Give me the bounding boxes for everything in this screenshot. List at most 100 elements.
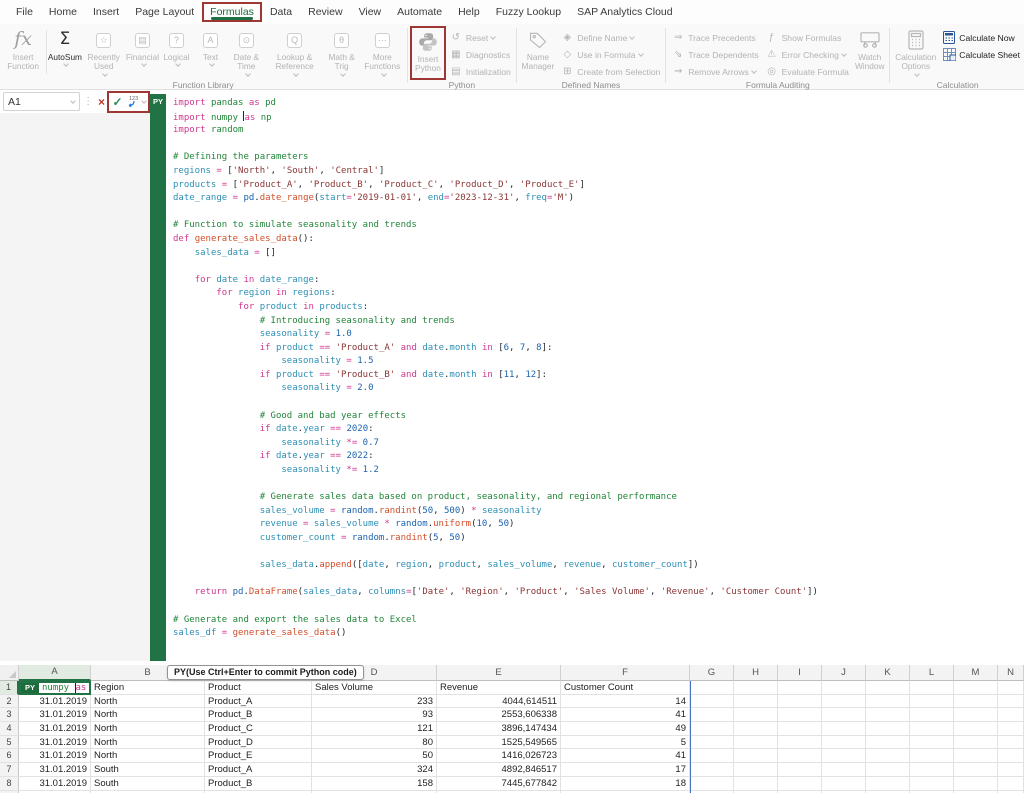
- cell[interactable]: 233: [312, 695, 437, 709]
- cell[interactable]: 3896,147434: [437, 722, 561, 736]
- data-header-revenue[interactable]: Revenue: [437, 681, 561, 695]
- cell[interactable]: 324: [312, 763, 437, 777]
- cell[interactable]: [866, 736, 910, 750]
- cell[interactable]: [690, 749, 734, 763]
- text-button[interactable]: A Text: [193, 26, 227, 80]
- cell[interactable]: 7445,677842: [437, 777, 561, 791]
- cell[interactable]: [910, 763, 954, 777]
- data-header-customer-count[interactable]: Customer Count: [561, 681, 690, 695]
- autosum-button[interactable]: Σ AutoSum: [48, 26, 82, 80]
- cell[interactable]: Product_B: [205, 777, 312, 791]
- column-header-m[interactable]: M: [954, 665, 998, 681]
- menu-tab-help[interactable]: Help: [450, 2, 488, 22]
- cell[interactable]: [998, 749, 1024, 763]
- cell[interactable]: Product_C: [205, 722, 312, 736]
- cell[interactable]: Product_E: [205, 749, 312, 763]
- cell[interactable]: North: [91, 749, 205, 763]
- cell[interactable]: [822, 749, 866, 763]
- cell[interactable]: [910, 722, 954, 736]
- cell[interactable]: [690, 763, 734, 777]
- cell[interactable]: 121: [312, 722, 437, 736]
- recently-used-button[interactable]: ☆ Recently Used: [82, 26, 126, 80]
- cell[interactable]: [866, 681, 910, 695]
- cell[interactable]: [690, 708, 734, 722]
- cell[interactable]: [822, 777, 866, 791]
- cell[interactable]: [778, 736, 822, 750]
- commit-check-icon[interactable]: ✓: [111, 95, 124, 109]
- column-header-k[interactable]: K: [866, 665, 910, 681]
- more-functions-button[interactable]: ⋯ More Functions: [359, 26, 405, 80]
- cell[interactable]: [778, 749, 822, 763]
- row-header-3[interactable]: 3: [0, 708, 19, 722]
- cell[interactable]: [866, 749, 910, 763]
- data-header-region[interactable]: Region: [91, 681, 205, 695]
- cell[interactable]: North: [91, 708, 205, 722]
- column-header-n[interactable]: N: [998, 665, 1024, 681]
- cell[interactable]: Product_A: [205, 695, 312, 709]
- menu-tab-data[interactable]: Data: [262, 2, 300, 22]
- watch-window-button[interactable]: Watch Window: [852, 26, 888, 80]
- cell[interactable]: 31.01.2019: [19, 777, 91, 791]
- cell[interactable]: 49: [561, 722, 690, 736]
- cell[interactable]: [910, 708, 954, 722]
- logical-button[interactable]: ? Logical: [159, 26, 193, 80]
- initialization-button[interactable]: ▤ Initialization: [446, 63, 514, 80]
- cell[interactable]: [910, 695, 954, 709]
- cell[interactable]: [734, 763, 778, 777]
- cell[interactable]: [734, 681, 778, 695]
- error-checking-button[interactable]: ⚠ Error Checking: [762, 46, 852, 63]
- menu-tab-automate[interactable]: Automate: [389, 2, 450, 22]
- cell[interactable]: [734, 736, 778, 750]
- cell[interactable]: [690, 695, 734, 709]
- cell[interactable]: 18: [561, 777, 690, 791]
- menu-tab-formulas[interactable]: Formulas: [202, 2, 262, 22]
- cell[interactable]: [954, 695, 998, 709]
- date-time-button[interactable]: ⊙ Date & Time: [227, 26, 265, 80]
- cell[interactable]: 4892,846517: [437, 763, 561, 777]
- cell[interactable]: [734, 749, 778, 763]
- row-header-8[interactable]: 8: [0, 777, 19, 791]
- cell[interactable]: [866, 695, 910, 709]
- cell[interactable]: [866, 777, 910, 791]
- cell[interactable]: 4044,614511: [437, 695, 561, 709]
- cancel-icon[interactable]: ×: [96, 95, 107, 109]
- name-box[interactable]: A1: [3, 92, 80, 111]
- cell[interactable]: [866, 722, 910, 736]
- math-trig-button[interactable]: θ Math & Trig: [324, 26, 360, 80]
- calculate-now-button[interactable]: Calculate Now: [939, 29, 1023, 46]
- cell[interactable]: [998, 777, 1024, 791]
- cell[interactable]: Product_B: [205, 708, 312, 722]
- cell[interactable]: [778, 722, 822, 736]
- cell[interactable]: 80: [312, 736, 437, 750]
- cell[interactable]: [954, 681, 998, 695]
- row-header-6[interactable]: 6: [0, 749, 19, 763]
- menu-tab-page-layout[interactable]: Page Layout: [127, 2, 202, 22]
- cell[interactable]: [778, 777, 822, 791]
- cell[interactable]: [822, 736, 866, 750]
- menu-tab-fuzzy-lookup[interactable]: Fuzzy Lookup: [488, 2, 569, 22]
- cell[interactable]: [822, 763, 866, 777]
- resize-handle[interactable]: ⋮: [83, 96, 93, 107]
- cell[interactable]: Product_A: [205, 763, 312, 777]
- trace-dependents-button[interactable]: ⇘ Trace Dependents: [668, 46, 761, 63]
- define-name-button[interactable]: ◈ Define Name: [557, 29, 663, 46]
- cell[interactable]: 2553,606338: [437, 708, 561, 722]
- cell[interactable]: [822, 695, 866, 709]
- cell[interactable]: [690, 736, 734, 750]
- column-header-e[interactable]: E: [437, 665, 561, 681]
- cell[interactable]: North: [91, 736, 205, 750]
- create-from-selection-button[interactable]: ⊞ Create from Selection: [557, 63, 663, 80]
- cell[interactable]: [998, 736, 1024, 750]
- cell[interactable]: 41: [561, 749, 690, 763]
- reset-button[interactable]: ↺ Reset: [446, 29, 514, 46]
- name-manager-button[interactable]: Name Manager: [519, 26, 558, 80]
- cell[interactable]: [778, 708, 822, 722]
- cell[interactable]: [910, 681, 954, 695]
- cell[interactable]: [734, 708, 778, 722]
- cell[interactable]: 158: [312, 777, 437, 791]
- cell[interactable]: [734, 722, 778, 736]
- menu-tab-insert[interactable]: Insert: [85, 2, 127, 22]
- cell[interactable]: 50: [312, 749, 437, 763]
- cell[interactable]: South: [91, 777, 205, 791]
- cell[interactable]: [954, 749, 998, 763]
